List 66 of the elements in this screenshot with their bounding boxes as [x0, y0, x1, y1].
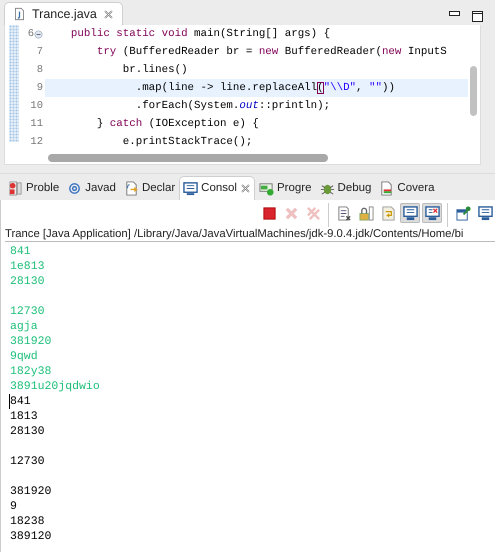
java-file-icon — [13, 7, 26, 21]
close-icon — [284, 206, 298, 220]
code-line: } catch (IOException e) { — [96, 117, 260, 132]
maximize-icon[interactable] — [472, 11, 483, 22]
console-line: 841 — [10, 244, 32, 259]
view-tab[interactable]: Covera — [375, 176, 438, 200]
document-icon — [336, 206, 352, 220]
stop-icon — [262, 206, 276, 220]
editor-tab[interactable]: Trance.java — [4, 2, 123, 25]
problems-icon — [8, 181, 23, 196]
console-button[interactable] — [475, 203, 495, 223]
view-tab[interactable]: Progre — [254, 176, 316, 200]
console-icon — [183, 181, 198, 196]
lock-icon — [358, 206, 374, 220]
line-number: 7 — [36, 45, 43, 60]
close-icon — [306, 206, 320, 220]
line-number: 11 — [30, 117, 43, 132]
console-line: 381920 — [10, 334, 52, 349]
code-line: e.printStackTrace(); — [122, 135, 254, 150]
close-icon[interactable] — [240, 183, 251, 194]
console-icon — [478, 206, 492, 220]
console-line: 182y38 — [10, 364, 52, 379]
fold-icon[interactable] — [34, 30, 43, 38]
close-icon[interactable] — [102, 8, 114, 20]
console-button[interactable] — [400, 203, 420, 223]
code-line: .forEach(System.out::println); — [134, 99, 332, 114]
console-line: 1813 — [10, 409, 39, 424]
console-line: 3891u20jqdwio — [10, 379, 101, 394]
code-line: try (BufferedReader br = new BufferedReader(new InputS — [96, 45, 448, 60]
console-line: agja — [10, 319, 39, 334]
code-line: br.lines() — [122, 63, 189, 78]
javadoc-icon — [67, 181, 82, 196]
console-line: 389120 — [10, 529, 52, 544]
console-title: Trance [Java Application] /Library/Java/JavaVirtualMachines/jdk-9.0.4.jdk/Contents/Home/bi — [5, 227, 495, 242]
console-line: 18238 — [10, 514, 46, 529]
coverage-icon — [379, 181, 394, 196]
line-number: 9 — [36, 81, 43, 96]
view-tab[interactable]: Proble — [4, 176, 64, 200]
console-button[interactable] — [422, 203, 442, 223]
scrollbar-thumb[interactable] — [48, 154, 328, 162]
minimize-icon[interactable] — [449, 11, 460, 17]
console-line: 841 — [9, 394, 495, 409]
console-line: 9 — [10, 499, 18, 514]
scrollbar-thumb[interactable] — [470, 66, 477, 116]
console-line: 381920 — [10, 484, 52, 499]
console-icon — [424, 206, 440, 220]
view-tab[interactable]: Debug — [316, 176, 376, 200]
code-line: public static void main(String[] args) { — [70, 27, 332, 42]
view-tab[interactable]: Declar — [120, 176, 180, 200]
console-line: 12730 — [10, 304, 46, 319]
console-line: 9qwd — [10, 349, 39, 364]
progress-icon — [258, 181, 274, 196]
line-number: 8 — [36, 63, 43, 78]
console-line: 1e813 — [10, 259, 46, 274]
view-tab[interactable]: Consol — [179, 176, 255, 200]
console-icon — [402, 206, 418, 220]
console-line: 12730 — [10, 454, 46, 469]
console-line: 28130 — [10, 424, 46, 439]
line-number: 10 — [30, 99, 43, 114]
line-number: 6 — [28, 27, 34, 42]
document-icon — [380, 206, 396, 220]
declaration-icon — [124, 181, 139, 196]
line-number: 12 — [30, 135, 43, 150]
view-tab[interactable]: Javad — [63, 176, 120, 200]
console-line: 28130 — [10, 274, 46, 289]
pin-icon — [456, 206, 470, 220]
